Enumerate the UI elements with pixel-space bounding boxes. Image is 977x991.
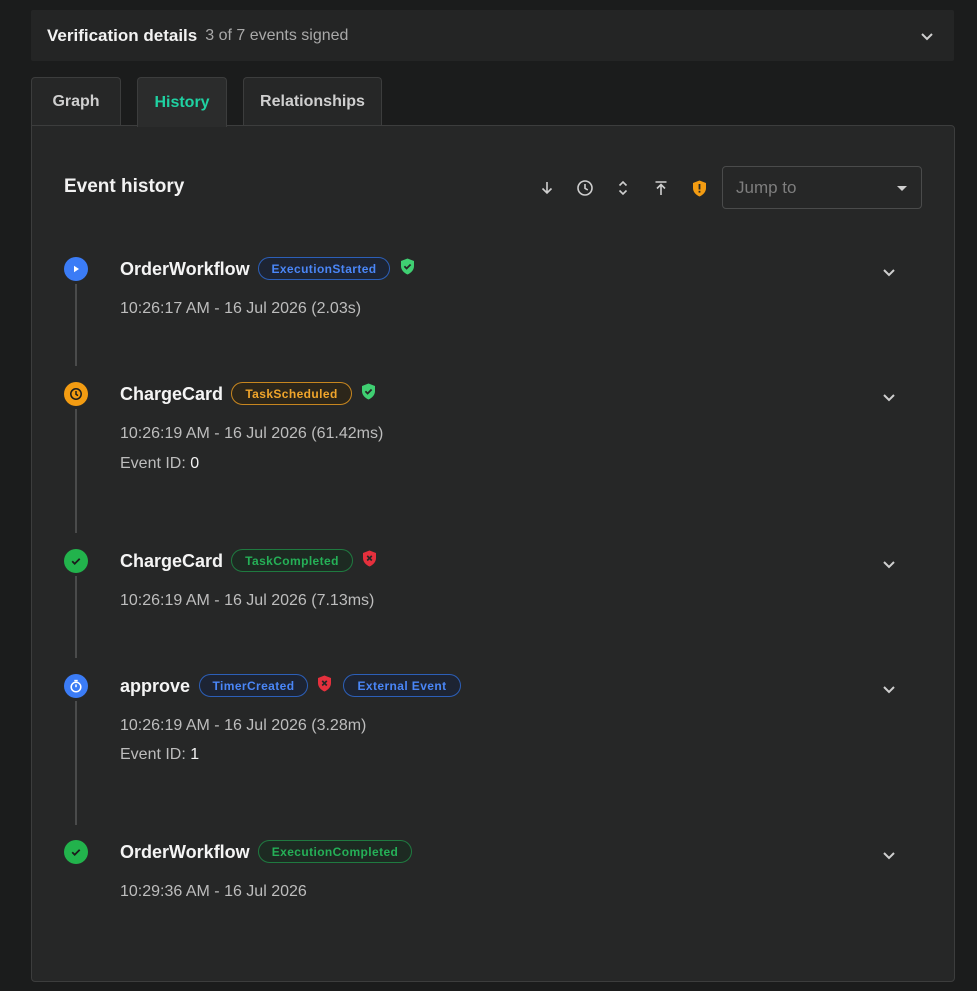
- verification-title: Verification details: [47, 25, 198, 45]
- event-name[interactable]: OrderWorkflow: [120, 842, 250, 863]
- event-name[interactable]: ChargeCard: [120, 384, 223, 405]
- shield-x-icon: [318, 675, 331, 692]
- event-type-badge: ExecutionCompleted: [258, 840, 412, 863]
- caret-down-icon: [897, 186, 907, 191]
- event-name[interactable]: approve: [120, 676, 190, 697]
- tab-history[interactable]: History: [137, 77, 227, 127]
- event-timestamp: 10:29:36 AM - 16 Jul 2026: [120, 883, 307, 900]
- chevron-down-icon[interactable]: [918, 27, 936, 45]
- timeline-connector: [75, 284, 77, 366]
- event-type-badge: TaskScheduled: [231, 382, 352, 405]
- event-timestamp: 10:26:19 AM - 16 Jul 2026 (7.13ms): [120, 592, 375, 609]
- timeline-connector: [75, 409, 77, 533]
- chevron-down-icon[interactable]: [880, 846, 898, 864]
- event-type-badge: ExecutionStarted: [258, 257, 390, 280]
- timer-icon: [64, 674, 88, 698]
- event-id: Event ID: 0: [120, 455, 199, 473]
- clock-icon: [64, 382, 88, 406]
- play-icon: [64, 257, 88, 281]
- verification-details-header[interactable]: Verification details 3 of 7 events signe…: [31, 10, 954, 61]
- event-name[interactable]: OrderWorkflow: [120, 259, 250, 280]
- event-name[interactable]: ChargeCard: [120, 551, 223, 572]
- event-id-value: 0: [190, 455, 200, 472]
- timeline-connector: [75, 701, 77, 825]
- timeline-connector: [75, 576, 77, 658]
- clock-icon[interactable]: [575, 178, 595, 198]
- event-timestamp: 10:26:17 AM - 16 Jul 2026 (2.03s): [120, 300, 362, 317]
- scroll-to-top-icon[interactable]: [651, 178, 671, 198]
- panel-title: Event history: [64, 176, 185, 197]
- event-type-badge: TaskCompleted: [231, 549, 353, 572]
- shield-check-icon: [401, 258, 414, 275]
- check-icon: [64, 840, 88, 864]
- event-type-badge: TimerCreated: [199, 674, 308, 697]
- check-icon: [64, 549, 88, 573]
- jump-to-select[interactable]: [722, 166, 922, 209]
- chevron-down-icon[interactable]: [880, 388, 898, 406]
- event-history-panel: Event history OrderWorkflow ExecutionSta…: [31, 125, 955, 982]
- external-event-badge: External Event: [343, 674, 461, 697]
- sort-descending-icon[interactable]: [537, 178, 557, 198]
- expand-collapse-icon[interactable]: [613, 178, 633, 198]
- chevron-down-icon[interactable]: [880, 555, 898, 573]
- shield-check-icon: [362, 383, 375, 400]
- jump-to-input[interactable]: [736, 177, 886, 198]
- chevron-down-icon[interactable]: [880, 263, 898, 281]
- chevron-down-icon[interactable]: [880, 680, 898, 698]
- event-id-label: Event ID:: [120, 746, 186, 763]
- tab-graph[interactable]: Graph: [31, 77, 121, 126]
- event-id-label: Event ID:: [120, 455, 186, 472]
- shield-x-icon: [363, 550, 376, 567]
- event-id-value: 1: [190, 746, 200, 763]
- verification-subtitle: 3 of 7 events signed: [205, 26, 349, 44]
- event-timestamp: 10:26:19 AM - 16 Jul 2026 (3.28m): [120, 717, 367, 734]
- event-id: Event ID: 1: [120, 746, 199, 764]
- tab-relationships[interactable]: Relationships: [243, 77, 382, 126]
- shield-warning-icon[interactable]: [689, 178, 709, 198]
- event-timestamp: 10:26:19 AM - 16 Jul 2026 (61.42ms): [120, 425, 384, 442]
